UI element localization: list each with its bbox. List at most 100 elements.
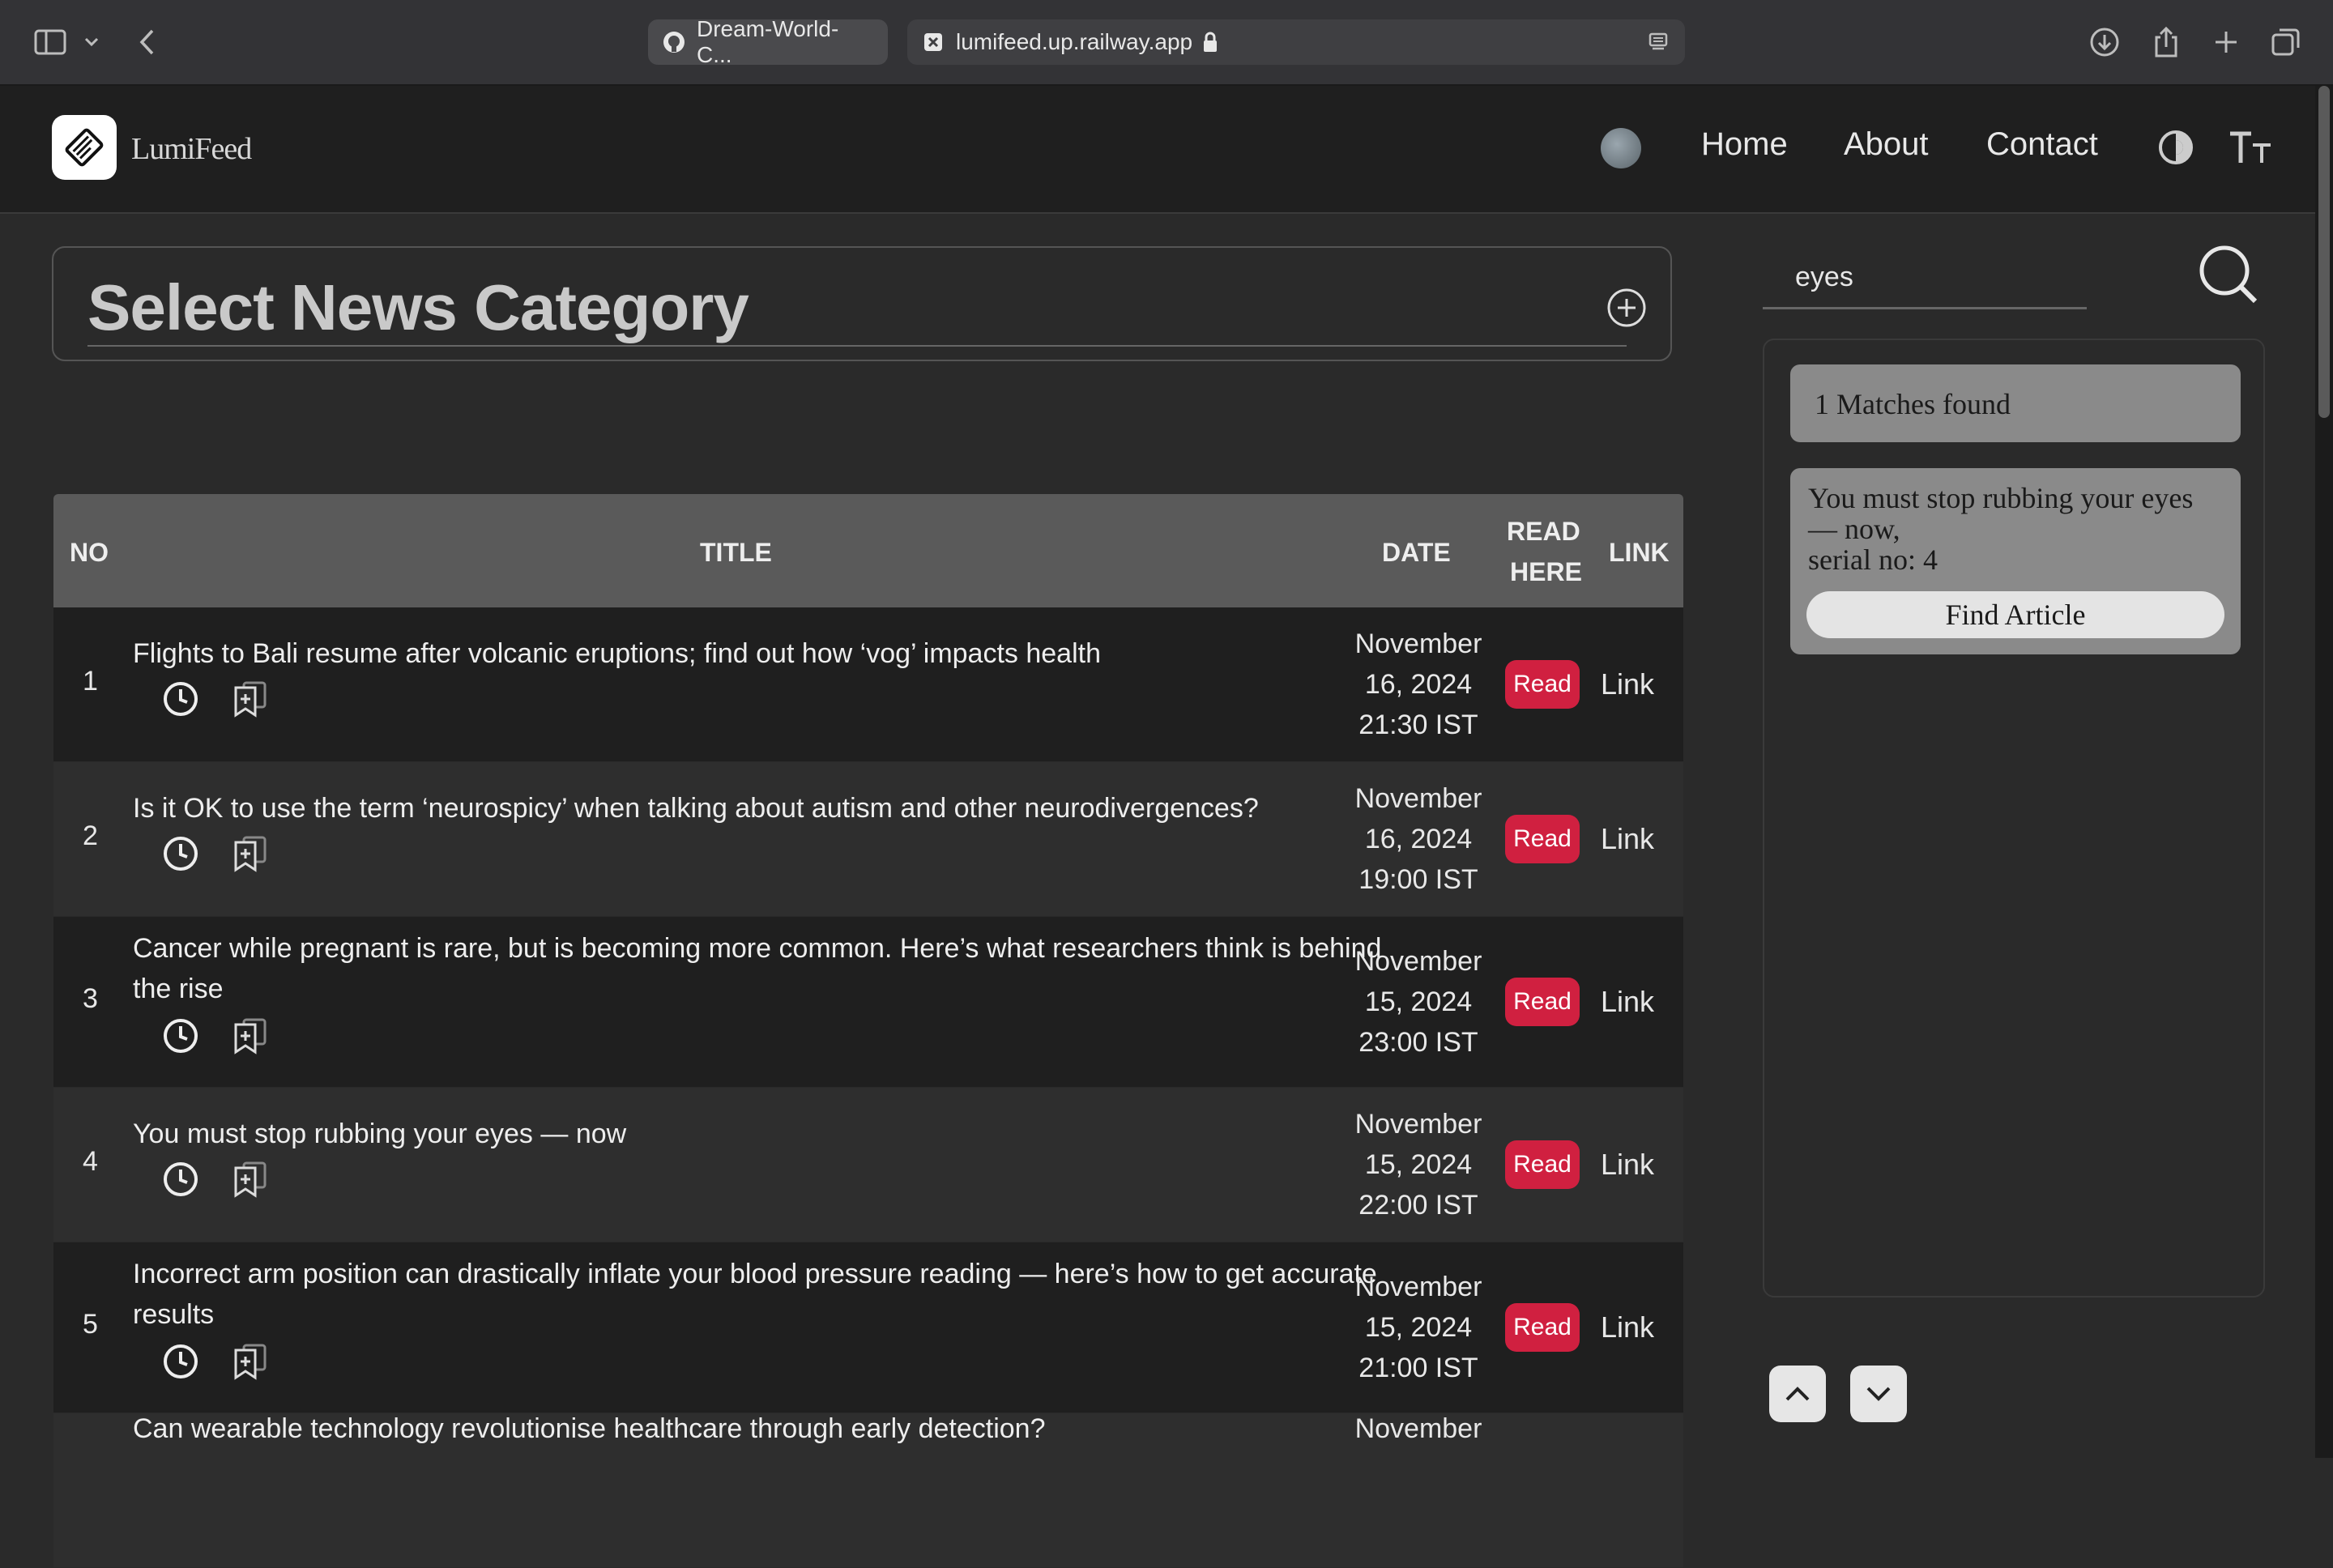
scrollbar-thumb[interactable] [2318,86,2330,418]
search-result-card: You must stop rubbing your eyes — now, s… [1790,468,2241,654]
chevron-up-icon [1785,1387,1810,1401]
row-date: November [1325,1408,1512,1449]
lock-icon [1202,32,1218,53]
read-button[interactable]: Read [1505,978,1580,1026]
sidebar-toggle-icon[interactable] [32,24,68,60]
date-line: 21:30 IST [1358,709,1478,740]
category-title: Select News Category [87,271,749,343]
scroll-up-button[interactable] [1769,1366,1826,1422]
table-row: 2 Is it OK to use the term ‘neurospicy’ … [53,762,1683,917]
read-button[interactable]: Read [1505,1140,1580,1189]
row-link[interactable]: Link [1601,822,1654,856]
row-title: You must stop rubbing your eyes — now [133,1118,627,1149]
avatar[interactable] [1601,128,1641,168]
logo-icon[interactable] [52,115,117,180]
share-icon[interactable] [2148,24,2184,60]
date-line: 15, 2024 [1364,986,1473,1017]
back-icon[interactable] [130,24,165,60]
new-tab-icon[interactable] [2208,24,2244,60]
row-title: Is it OK to use the term ‘neurospicy’ wh… [133,793,1259,824]
row-actions [160,833,271,874]
date-line: 23:00 IST [1358,1027,1478,1058]
row-link[interactable]: Link [1601,667,1654,701]
row-title: Incorrect arm position can drastically i… [133,1259,1377,1330]
tab-github[interactable]: Dream-World-C... [648,16,888,67]
clock-icon[interactable] [160,1016,201,1056]
row-title: Cancer while pregnant is rare, but is be… [133,933,1382,1004]
clock-icon[interactable] [160,679,201,719]
table-row: 1 Flights to Bali resume after volcanic … [53,607,1683,762]
col-date: DATE [1382,538,1451,567]
date-line: November [1354,1109,1482,1140]
nav-home[interactable]: Home [1701,126,1788,163]
search-icon[interactable] [2197,243,2262,308]
row-no: 5 [83,1309,98,1340]
read-button[interactable]: Read [1505,660,1580,709]
site-header: LumiFeed Home About Contact [0,86,2315,214]
row-title: Flights to Bali resume after volcanic er… [133,638,1101,669]
chevron-down-icon[interactable] [79,24,104,60]
tab-label: Dream-World-C... [697,16,839,67]
category-selector[interactable]: Select News Category [52,246,1672,361]
row-date: November 15, 2024 22:00 IST [1325,1104,1512,1225]
page-scrollbar[interactable] [2315,86,2333,1458]
tab-overview-icon[interactable] [2268,24,2304,60]
date-line: 21:00 IST [1358,1353,1478,1383]
date-line: November [1354,628,1482,659]
row-title: Can wearable technology revolutionise he… [133,1413,1046,1444]
clock-icon[interactable] [160,833,201,874]
address-bar[interactable]: lumifeed.up.railway.app [907,19,1685,65]
clock-icon[interactable] [160,1341,201,1382]
row-actions [160,679,271,719]
bookmark-add-icon[interactable] [230,1341,271,1382]
col-read-line2: HERE [1510,557,1582,586]
col-link: LINK [1609,538,1670,567]
table-row: 3 Cancer while pregnant is rare, but is … [53,917,1683,1088]
table-row: 4 You must stop rubbing your eyes — now … [53,1088,1683,1242]
row-date: November 15, 2024 23:00 IST [1325,941,1512,1063]
find-article-button[interactable]: Find Article [1806,591,2224,638]
row-actions [160,1159,271,1199]
search-results-panel: 1 Matches found You must stop rubbing yo… [1763,339,2265,1297]
date-line: November [1354,946,1482,977]
row-link[interactable]: Link [1601,1148,1654,1182]
row-link[interactable]: Link [1601,1310,1654,1344]
clock-icon[interactable] [160,1159,201,1199]
bookmark-add-icon[interactable] [230,833,271,874]
date-line: 16, 2024 [1364,669,1473,700]
font-size-icon[interactable] [2226,125,2275,170]
scroll-down-button[interactable] [1850,1366,1907,1422]
date-line: 16, 2024 [1364,824,1473,854]
match-count: 1 Matches found [1790,364,2241,442]
nav-about[interactable]: About [1844,126,1929,163]
github-icon [663,31,685,53]
download-icon[interactable] [2087,24,2122,60]
category-underline [87,345,1627,347]
date-line: November [1354,1413,1482,1444]
row-date: November 16, 2024 21:30 IST [1325,624,1512,745]
search-input[interactable] [1763,248,2087,309]
add-circle-icon[interactable] [1606,287,1648,329]
row-no: 1 [83,666,98,697]
theme-toggle-icon[interactable] [2155,125,2197,170]
date-line: 15, 2024 [1364,1149,1473,1180]
result-serial: serial no: 4 [1808,543,1938,576]
col-no: NO [70,538,109,567]
news-table: NO TITLE DATE READ HERE LINK 1 Flights t… [53,494,1683,1568]
brand-name[interactable]: LumiFeed [131,131,252,167]
row-no: 4 [83,1146,98,1177]
read-button[interactable]: Read [1505,815,1580,863]
date-line: 22:00 IST [1358,1190,1478,1221]
bookmark-add-icon[interactable] [230,1016,271,1056]
row-no: 3 [83,983,98,1014]
bookmark-add-icon[interactable] [230,1159,271,1199]
row-link[interactable]: Link [1601,985,1654,1019]
bookmark-add-icon[interactable] [230,679,271,719]
nav-contact[interactable]: Contact [1986,126,2098,163]
chevron-down-icon [1866,1387,1891,1401]
reader-icon[interactable] [1648,32,1669,53]
table-row: Can wearable technology revolutionise he… [53,1413,1683,1568]
read-button[interactable]: Read [1505,1303,1580,1352]
result-title: You must stop rubbing your eyes — now, [1808,482,2194,545]
date-line: 19:00 IST [1358,864,1478,895]
